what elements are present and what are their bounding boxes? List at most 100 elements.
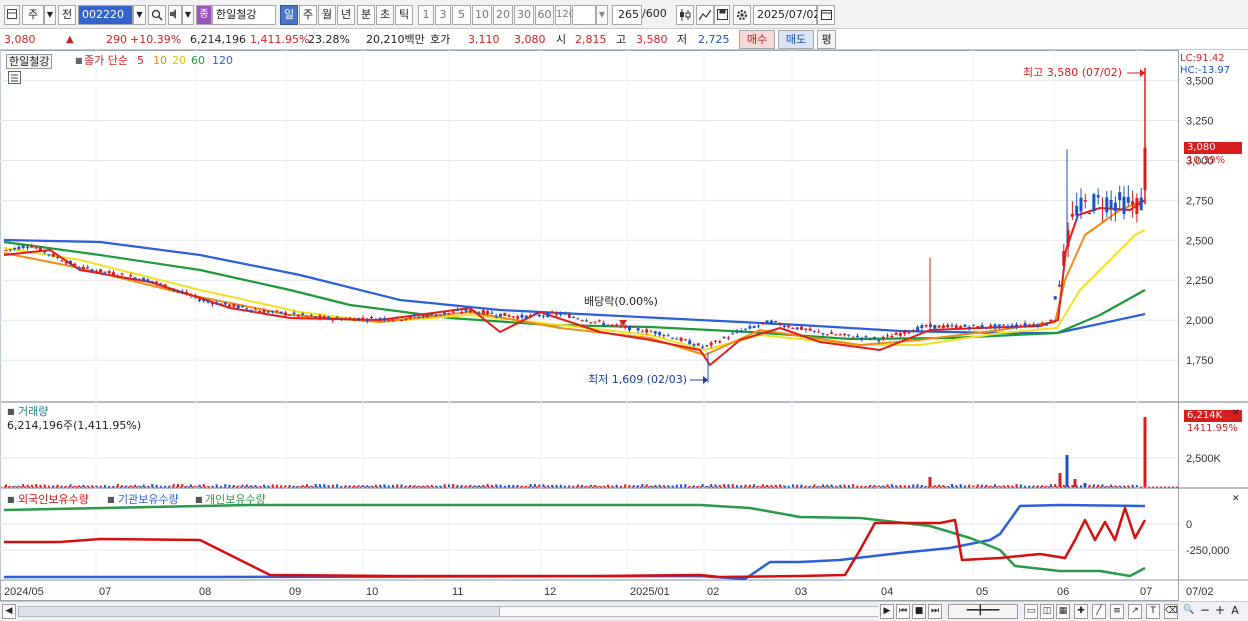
volume-title[interactable]: 거래량	[18, 405, 48, 418]
zoom-in-icon[interactable]: +	[1213, 604, 1227, 619]
layout-grid-icon[interactable]: ▦	[1056, 604, 1070, 619]
period-type-button[interactable]: 주	[22, 5, 44, 25]
zoom-out-icon[interactable]: −	[1198, 604, 1212, 619]
price-candle	[1040, 322, 1044, 324]
volume-bar	[1083, 483, 1087, 487]
text-tool-icon[interactable]: T	[1146, 604, 1160, 619]
stock-code-input[interactable]: 002220	[78, 5, 133, 25]
first-page-icon[interactable]: ⏮	[896, 604, 910, 619]
price-candle	[64, 261, 68, 264]
volume-bar	[327, 485, 330, 487]
interval-3-button[interactable]: 3	[435, 5, 451, 25]
stop-icon[interactable]: ■	[912, 604, 926, 619]
arrow-tool-icon[interactable]: ↗	[1128, 604, 1142, 619]
period-minute-button[interactable]: 분	[357, 5, 375, 25]
interval-1-button[interactable]: 1	[418, 5, 434, 25]
volume-bar	[288, 485, 291, 487]
volume-bar	[503, 485, 506, 487]
last-page-icon[interactable]: ⏭	[928, 604, 942, 619]
volume-value: 6,214,196	[190, 33, 246, 46]
scroll-left-icon[interactable]: ◀	[2, 604, 16, 619]
period-second-button[interactable]: 초	[376, 5, 394, 25]
draw-line-icon[interactable]	[696, 5, 714, 25]
volume-bar	[628, 485, 631, 487]
price-candle	[1135, 198, 1139, 215]
chart-canvas[interactable]: 3,5003,2503,0002,7502,5002,2502,0001,750…	[0, 50, 1248, 601]
avg-price-button[interactable]: 평	[817, 30, 836, 49]
scroll-thumb[interactable]	[499, 607, 879, 616]
price-candle	[628, 325, 631, 331]
volume-bar	[675, 484, 678, 487]
price-candle	[1019, 325, 1023, 327]
zoom-search-icon[interactable]: 🔍	[1182, 604, 1196, 619]
volume-bar	[817, 485, 820, 487]
volume-bar	[611, 485, 614, 487]
layout-icon[interactable]	[4, 5, 20, 25]
period-day-button[interactable]: 일	[280, 5, 298, 25]
panel-grid-icon[interactable]	[8, 71, 21, 84]
speaker-dropdown-icon[interactable]: ▼	[182, 5, 194, 25]
sell-button[interactable]: 매도	[778, 30, 814, 49]
scroll-track[interactable]	[18, 606, 879, 617]
period-month-button[interactable]: 월	[318, 5, 336, 25]
save-icon[interactable]	[714, 5, 730, 25]
chevron-down-icon[interactable]: ▼	[44, 5, 56, 25]
calendar-icon[interactable]	[817, 5, 835, 25]
price-candle	[825, 334, 829, 336]
legend-institution[interactable]: 기관보유수량	[118, 493, 179, 506]
fib-tool-icon[interactable]: ≡	[1110, 604, 1124, 619]
price-tick-label: 1,750	[1186, 355, 1214, 367]
panel-stock-name[interactable]: 한일철강	[6, 54, 53, 69]
volume-bar	[1058, 473, 1062, 487]
volume-bar	[103, 485, 106, 487]
code-dropdown-icon[interactable]: ▼	[133, 5, 146, 25]
interval-5-button[interactable]: 5	[452, 5, 471, 25]
chart-area[interactable]: 3,500 3,250 3,000 2,750 2,500 2,250 2,000 1,750…	[0, 50, 1248, 621]
legend-foreign[interactable]: 외국인보유수량	[18, 493, 89, 506]
price-candle	[249, 309, 253, 312]
search-icon[interactable]	[148, 5, 166, 25]
period-year-button[interactable]: 년	[337, 5, 355, 25]
volume-close-icon[interactable]: ✕	[1232, 407, 1240, 420]
interval-120-button[interactable]: 120	[555, 5, 575, 25]
layout-split-icon[interactable]: ▭	[1024, 604, 1038, 619]
trend-tool-icon[interactable]: ╱	[1092, 604, 1106, 619]
scroll-right-icon[interactable]: ▶	[880, 604, 894, 619]
indicator-label[interactable]: 종가 단순	[84, 54, 128, 67]
interval-input[interactable]	[572, 5, 596, 25]
price-candle	[941, 325, 945, 329]
interval-10-button[interactable]: 10	[472, 5, 492, 25]
price-candle	[103, 271, 107, 273]
candle-type-icon[interactable]	[676, 5, 694, 25]
volume-bar	[521, 485, 523, 487]
buy-button[interactable]: 매수	[739, 30, 775, 49]
date-input[interactable]: 2025/07/02	[753, 5, 820, 25]
holdings-close-icon[interactable]: ✕	[1232, 493, 1240, 506]
price-candle	[206, 301, 210, 303]
interval-20-button[interactable]: 20	[493, 5, 513, 25]
volume-bar	[422, 485, 425, 487]
period-tick-button[interactable]: 틱	[395, 5, 413, 25]
interval-30-button[interactable]: 30	[514, 5, 534, 25]
volume-bar	[542, 484, 545, 487]
gear-icon[interactable]	[733, 5, 751, 25]
legend-individual[interactable]: 개인보유수량	[205, 493, 266, 506]
interval-dropdown-icon[interactable]: ▼	[596, 5, 608, 25]
price-candle	[967, 326, 971, 329]
cursor-cross-icon[interactable]: ✚	[1074, 604, 1088, 619]
volume-bar	[783, 485, 786, 487]
volume-bar	[1092, 484, 1095, 487]
period-week-button[interactable]: 주	[299, 5, 317, 25]
count-input[interactable]: 265	[612, 5, 642, 25]
auto-scale-icon[interactable]: A	[1228, 604, 1242, 619]
dividend-marker	[619, 320, 627, 326]
price-candle	[1027, 324, 1031, 326]
price-candle	[116, 275, 120, 277]
zoom-slider[interactable]: ━━╋━━━	[948, 604, 1018, 619]
layout-vertical-icon[interactable]: ◫	[1040, 604, 1054, 619]
prev-button[interactable]: 전	[58, 5, 76, 25]
eraser-icon[interactable]: ⌫	[1164, 604, 1178, 619]
price-candle	[554, 313, 558, 315]
speaker-icon[interactable]	[168, 5, 182, 25]
interval-60-button[interactable]: 60	[535, 5, 554, 25]
